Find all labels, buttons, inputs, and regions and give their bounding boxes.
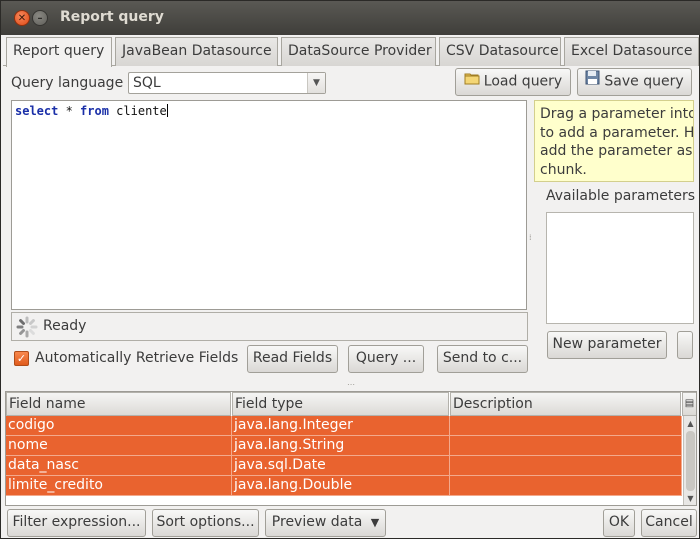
cell-description — [450, 436, 682, 456]
cell-field-type: java.lang.Double — [232, 476, 450, 496]
column-header-field-name[interactable]: Field name — [6, 392, 231, 416]
window-title: Report query — [60, 9, 164, 25]
query-language-select[interactable]: SQL ▼ — [128, 72, 326, 94]
keyword-from: from — [80, 104, 109, 118]
table-row[interactable]: data_nasc java.sql.Date — [6, 456, 682, 476]
query-table: cliente — [108, 104, 167, 118]
column-header-description[interactable]: Description — [450, 392, 681, 416]
table-row[interactable]: nome java.lang.String — [6, 436, 682, 456]
cell-field-name: nome — [6, 436, 232, 456]
report-query-dialog: ✕ – Report query Report query JavaBean D… — [0, 0, 700, 539]
available-parameters-list[interactable] — [546, 212, 694, 324]
save-query-label: Save query — [604, 73, 684, 90]
dropdown-arrow-icon: ▼ — [370, 516, 380, 529]
new-parameter-button[interactable]: New parameter — [547, 331, 667, 359]
tab-csv-datasource[interactable]: CSV Datasource — [439, 37, 561, 66]
folder-icon — [464, 69, 480, 94]
save-query-button[interactable]: Save query — [577, 68, 692, 96]
hint-line-2: to add a parameter. H — [540, 124, 694, 141]
hint-line-3: add the parameter as — [540, 143, 693, 159]
cell-field-name: codigo — [6, 416, 232, 436]
cell-field-type: java.lang.String — [232, 436, 450, 456]
filter-expression-button[interactable]: Filter expression... — [7, 509, 146, 537]
cell-description — [450, 476, 682, 496]
tab-excel-datasource[interactable]: Excel Datasource — [564, 37, 699, 66]
preview-data-label: Preview data — [271, 514, 363, 530]
cell-field-type: java.sql.Date — [232, 456, 450, 476]
table-scrollbar[interactable]: ▲ ▼ — [683, 416, 696, 505]
table-row[interactable]: codigo java.lang.Integer — [6, 416, 682, 436]
query-designer-button[interactable]: Query ... — [348, 345, 424, 373]
chevron-down-icon: ▼ — [307, 73, 325, 93]
query-editor[interactable]: select * from cliente — [11, 100, 527, 310]
minimize-window-button[interactable]: – — [32, 10, 48, 26]
load-query-button[interactable]: Load query — [455, 68, 571, 96]
query-language-value: SQL — [133, 75, 161, 91]
load-query-label: Load query — [483, 73, 563, 90]
cell-field-name: data_nasc — [6, 456, 232, 476]
table-row[interactable]: limite_credito java.lang.Double — [6, 476, 682, 496]
tab-datasource-provider[interactable]: DataSource Provider — [281, 37, 436, 66]
column-header-field-type[interactable]: Field type — [232, 392, 449, 416]
hint-line-4: chunk. — [540, 161, 587, 178]
cell-description — [450, 456, 682, 476]
read-fields-button[interactable]: Read Fields — [247, 345, 338, 373]
close-window-button[interactable]: ✕ — [14, 10, 30, 26]
fields-table: Field name Field type Description ▤ codi… — [5, 391, 697, 506]
title-bar: ✕ – Report query — [1, 1, 700, 35]
scroll-up-icon[interactable]: ▲ — [684, 417, 696, 430]
auto-retrieve-checkbox[interactable]: ✓ — [14, 351, 29, 366]
spinner-icon — [16, 316, 38, 338]
tab-report-query[interactable]: Report query — [6, 37, 112, 67]
query-wildcard: * — [58, 104, 81, 118]
cancel-button[interactable]: Cancel — [641, 509, 697, 537]
auto-retrieve-label: Automatically Retrieve Fields — [35, 350, 239, 366]
tab-bar: Report query JavaBean Datasource DataSou… — [3, 37, 699, 67]
vertical-splitter-handle[interactable]: ⁞ — [529, 233, 531, 242]
parameters-hint: Drag a parameter into to add a parameter… — [534, 100, 694, 182]
cell-field-type: java.lang.Integer — [232, 416, 450, 436]
column-chooser-icon[interactable]: ▤ — [682, 392, 696, 416]
available-parameters-label: Available parameters — [546, 188, 696, 204]
cell-field-name: limite_credito — [6, 476, 232, 496]
cell-description — [450, 416, 682, 436]
ok-button[interactable]: OK — [603, 509, 635, 537]
text-caret — [166, 104, 168, 117]
save-icon — [585, 69, 600, 94]
parameter-extra-button[interactable] — [677, 331, 693, 359]
tab-javabean-datasource[interactable]: JavaBean Datasource — [115, 37, 278, 66]
sort-options-button[interactable]: Sort options... — [152, 509, 259, 537]
preview-data-button[interactable]: Preview data ▼ — [265, 509, 386, 537]
query-language-label: Query language — [11, 75, 124, 91]
send-to-button[interactable]: Send to c... — [437, 345, 528, 373]
horizontal-splitter-handle[interactable]: ⋯ — [347, 380, 355, 389]
hint-line-1: Drag a parameter into — [540, 106, 694, 122]
status-text: Ready — [43, 318, 87, 334]
keyword-select: select — [15, 104, 59, 118]
scroll-down-icon[interactable]: ▼ — [684, 492, 696, 505]
scrollbar-thumb[interactable] — [686, 431, 695, 491]
status-bar: Ready — [11, 312, 528, 341]
query-text: select * from cliente — [15, 104, 168, 118]
